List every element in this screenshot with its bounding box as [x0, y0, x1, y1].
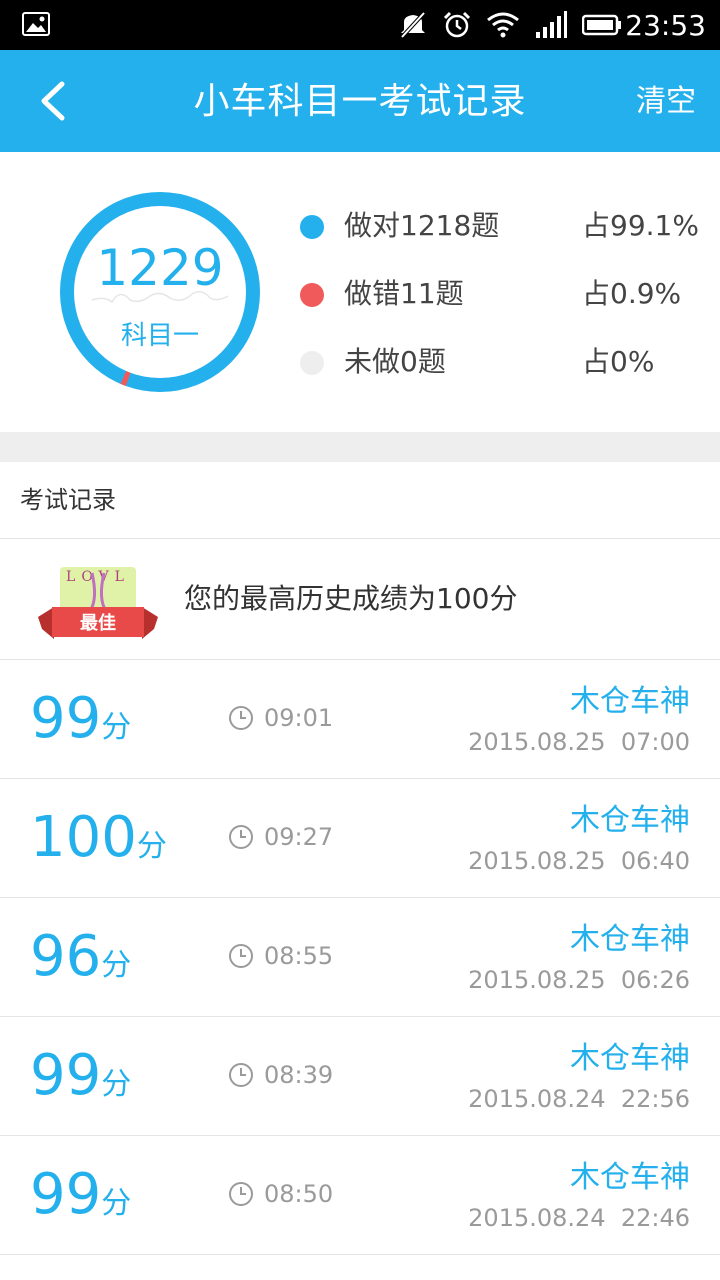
- legend-percent: 占99.1%: [582, 209, 699, 242]
- signal-icon: [536, 11, 567, 38]
- score-value: 100: [30, 805, 137, 870]
- legend-item-correct: 做对1218题 占99.1%: [300, 204, 720, 272]
- record-nickname: 木仓车神: [570, 1160, 690, 1195]
- clock-icon: [229, 825, 253, 849]
- svg-text:LOVL: LOVL: [66, 569, 130, 585]
- record-nickname: 木仓车神: [570, 1041, 690, 1076]
- record-row[interactable]: 99分 09:01 木仓车神 2015.08.25 07:00: [0, 660, 720, 779]
- score-value: 99: [30, 1162, 102, 1227]
- score-unit: 分: [101, 710, 132, 745]
- legend-percent: 占0.9%: [582, 277, 682, 310]
- duration-value: 08:55: [264, 942, 334, 970]
- record-score: 99分: [30, 1043, 131, 1109]
- image-notification-icon: [22, 12, 50, 36]
- record-datetime: 2015.08.24 22:56: [468, 1085, 690, 1113]
- page-title: 小车科目一考试记录: [193, 81, 527, 122]
- record-row[interactable]: 96分 08:55 木仓车神 2015.08.25 06:26: [0, 898, 720, 1017]
- record-score: 99分: [30, 686, 131, 752]
- record-row[interactable]: 99分 08:39 木仓车神 2015.08.24 22:56: [0, 1017, 720, 1136]
- duration-value: 09:27: [264, 823, 334, 851]
- clock-icon: [229, 706, 253, 730]
- best-badge-label: 最佳: [80, 613, 116, 634]
- summary-panel: 1229 科目一 做对1218题 占99.1% 做错11题 占0.9% 未做0题…: [0, 152, 720, 432]
- record-nickname: 木仓车神: [570, 922, 690, 957]
- legend-label: 做错11题: [344, 277, 464, 310]
- total-questions: 1229: [96, 239, 224, 297]
- legend-percent: 占0%: [582, 345, 655, 378]
- record-duration: 08:50: [228, 1178, 333, 1210]
- score-unit: 分: [101, 948, 132, 983]
- record-score: 96分: [30, 924, 131, 990]
- record-datetime: 2015.08.25 06:40: [468, 847, 690, 875]
- record-duration: 09:01: [228, 702, 333, 734]
- score-value: 99: [30, 686, 102, 751]
- record-duration: 08:39: [228, 1059, 333, 1091]
- legend-item-wrong: 做错11题 占0.9%: [300, 272, 720, 340]
- record-nickname: 木仓车神: [570, 803, 690, 838]
- section-divider: [0, 432, 720, 462]
- legend: 做对1218题 占99.1% 做错11题 占0.9% 未做0题 占0%: [300, 204, 720, 408]
- clear-button[interactable]: 清空: [636, 82, 696, 122]
- best-score-text: 您的最高历史成绩为100分: [184, 582, 518, 615]
- correct-dot-icon: [300, 215, 324, 239]
- wrong-dot-icon: [300, 283, 324, 307]
- record-datetime: 2015.08.24 22:46: [468, 1204, 690, 1232]
- duration-value: 08:39: [264, 1061, 334, 1089]
- record-nickname: 木仓车神: [570, 684, 690, 719]
- subject-label: 科目一: [120, 321, 199, 351]
- record-score: 99分: [30, 1162, 131, 1228]
- legend-label: 做对1218题: [344, 209, 500, 242]
- status-bar: 23:53: [0, 0, 720, 50]
- best-score-row: LOVL 最佳 您的最高历史成绩为100分: [0, 539, 720, 660]
- duration-value: 09:01: [264, 704, 334, 732]
- records-section-header: 考试记录: [0, 462, 720, 539]
- score-unit: 分: [136, 829, 167, 864]
- alarm-icon: [443, 11, 471, 38]
- record-row[interactable]: 100分 09:27 木仓车神 2015.08.25 06:40: [0, 779, 720, 898]
- record-score: 100分: [30, 805, 167, 871]
- record-duration: 09:27: [228, 821, 333, 853]
- mute-icon: [400, 11, 426, 39]
- score-value: 96: [30, 924, 102, 989]
- battery-icon: [582, 14, 621, 36]
- legend-label: 未做0题: [344, 345, 446, 378]
- clock-icon: [229, 944, 253, 968]
- clock-icon: [229, 1063, 253, 1087]
- record-datetime: 2015.08.25 06:26: [468, 966, 690, 994]
- score-unit: 分: [101, 1186, 132, 1221]
- wifi-icon: [487, 12, 519, 38]
- section-title: 考试记录: [20, 486, 116, 514]
- status-time: 23:53: [625, 9, 706, 42]
- score-value: 99: [30, 1043, 102, 1108]
- progress-ring: 1229 科目一: [59, 192, 260, 392]
- record-duration: 08:55: [228, 940, 333, 972]
- score-unit: 分: [101, 1067, 132, 1102]
- legend-item-unanswered: 未做0题 占0%: [300, 340, 720, 408]
- record-row[interactable]: 99分 08:50 木仓车神 2015.08.24 22:46: [0, 1136, 720, 1255]
- duration-value: 08:50: [264, 1180, 334, 1208]
- app-bar: 小车科目一考试记录 清空: [0, 50, 720, 152]
- clock-icon: [229, 1182, 253, 1206]
- record-datetime: 2015.08.25 07:00: [468, 728, 690, 756]
- unanswered-dot-icon: [300, 351, 324, 375]
